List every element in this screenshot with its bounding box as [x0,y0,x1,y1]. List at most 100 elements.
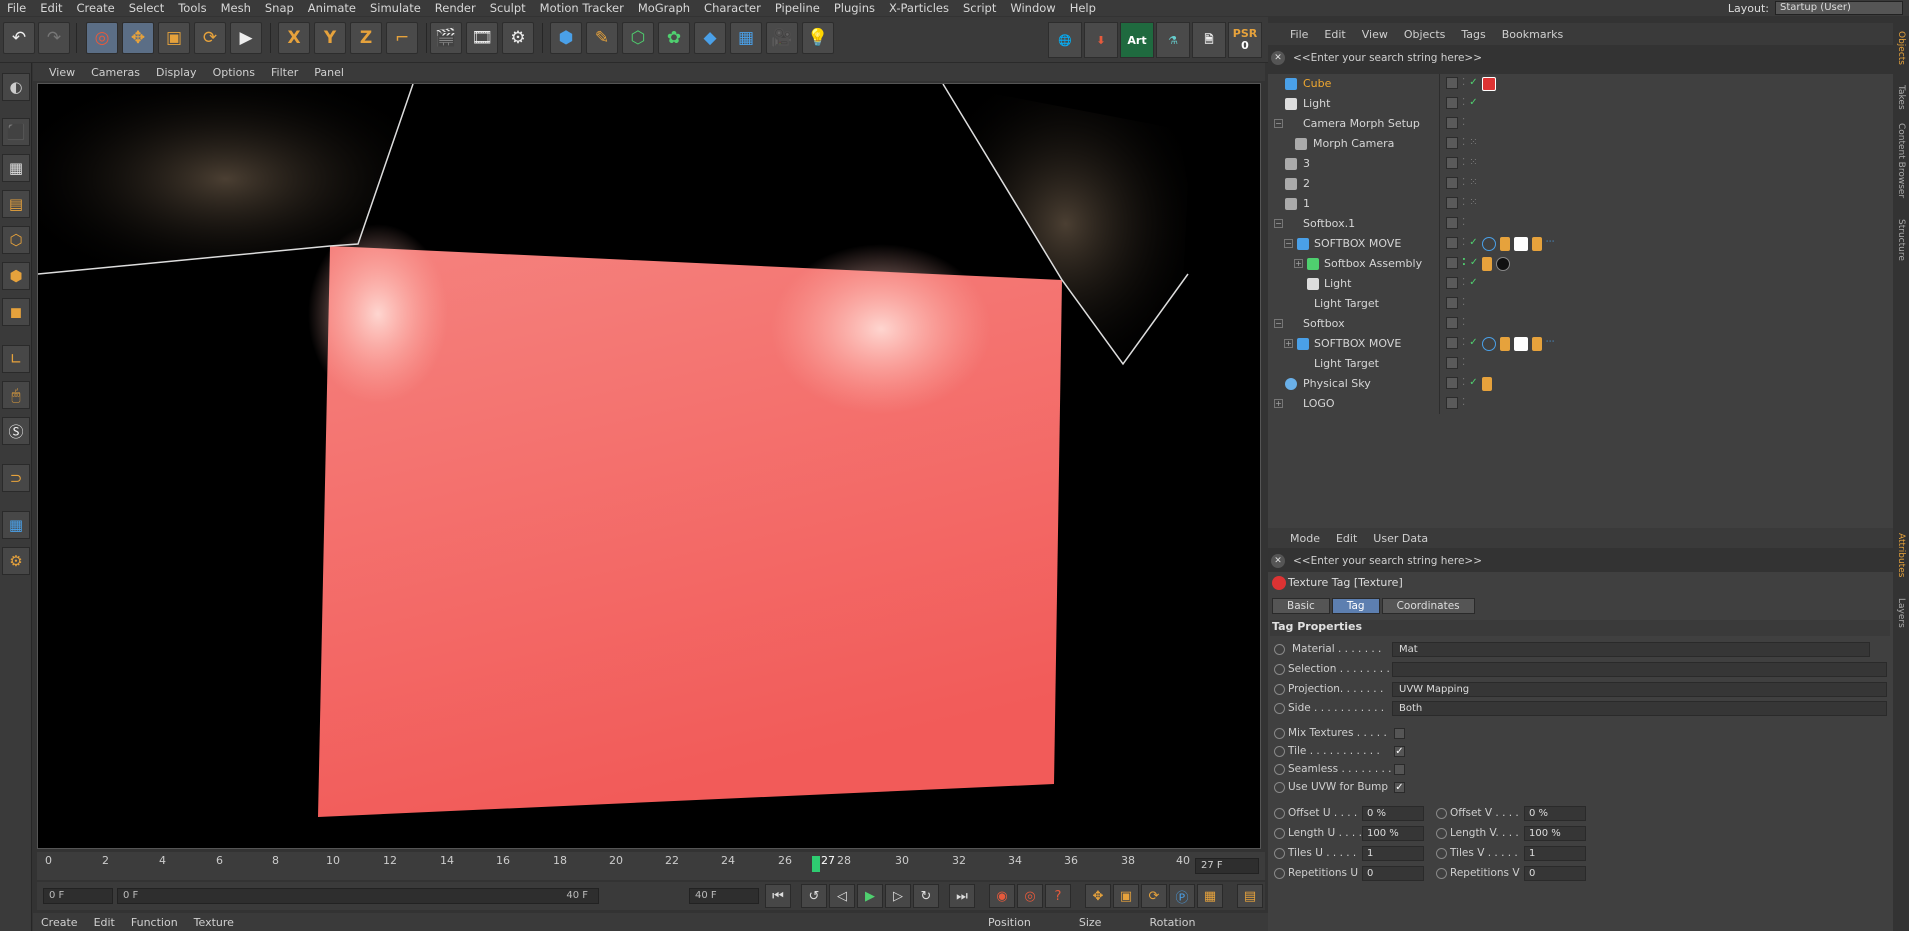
expand-icon[interactable]: + [1294,259,1303,268]
anim-radio-icon[interactable] [1274,764,1285,775]
side-tab-structure[interactable]: Structure [1896,219,1906,261]
menu-simulate[interactable]: Simulate [363,1,428,15]
key-rotation-button[interactable]: ⟳ [1141,884,1167,908]
snap-icon[interactable]: Ⓢ [2,417,30,445]
viewport-menu-cameras[interactable]: Cameras [83,66,148,79]
preview-range-slider[interactable]: 0 F 40 F [117,888,599,904]
key-pla-button[interactable]: ▦ [1197,884,1223,908]
magnet-icon[interactable]: ⊃ [2,464,30,492]
enabled-check-icon[interactable]: ✓ [1469,77,1477,91]
tree-row[interactable]: − Camera Morph Setup ⁚ [1268,114,1893,134]
expand-icon[interactable]: − [1274,319,1283,328]
repetitions-v-field[interactable]: 0 [1524,866,1586,881]
cube-object-button[interactable]: ⬢ [550,22,582,54]
menu-script[interactable]: Script [956,1,1003,15]
tree-row[interactable]: Light ⁚ ✓ [1268,274,1893,294]
anim-radio-icon[interactable] [1274,728,1285,739]
anim-radio-icon[interactable] [1436,868,1447,879]
tree-row[interactable]: Physical Sky ⁚ ✓ [1268,374,1893,394]
anim-radio-icon[interactable] [1274,782,1285,793]
current-frame-field[interactable]: 27 F [1195,858,1259,874]
menu-help[interactable]: Help [1063,1,1103,15]
tree-row[interactable]: Light ⁚ ✓ [1268,94,1893,114]
expand-icon[interactable]: + [1274,399,1283,408]
art-button[interactable]: Art [1120,22,1154,58]
floor-button[interactable]: ▦ [730,22,762,54]
menu-motion-tracker[interactable]: Motion Tracker [533,1,631,15]
viewport-menu-filter[interactable]: Filter [263,66,306,79]
tab-tag[interactable]: Tag [1331,598,1380,614]
rotate-button[interactable]: ⟳ [194,22,226,54]
workplane-icon[interactable]: ▤ [2,190,30,218]
render-view-button[interactable]: 🎬 [430,22,462,54]
mat-menu-edit[interactable]: Edit [86,916,123,929]
anim-radio-icon[interactable] [1274,828,1285,839]
am-menu-edit[interactable]: Edit [1328,532,1365,545]
live-selection-button[interactable]: ◎ [86,22,118,54]
tree-row[interactable]: Morph Camera ⁚ ⁙ [1268,134,1893,154]
timeline-window-button[interactable]: ▤ [1237,884,1263,908]
om-search-input[interactable]: <<Enter your search string here>> [1293,52,1482,64]
anim-radio-icon[interactable] [1274,684,1285,695]
om-menu-bookmarks[interactable]: Bookmarks [1494,28,1571,41]
timeline-ruler[interactable]: 0 2 4 6 8 10 12 14 16 18 20 22 24 26 27 … [37,852,1265,880]
tree-row[interactable]: Light Target ⁚ [1268,354,1893,374]
om-menu-objects[interactable]: Objects [1396,28,1454,41]
tab-basic[interactable]: Basic [1272,598,1330,614]
go-to-start-button[interactable]: ⏮ [765,884,791,908]
menu-sculpt[interactable]: Sculpt [483,1,533,15]
menu-render[interactable]: Render [428,1,483,15]
side-tab-takes[interactable]: Takes [1896,85,1906,110]
3d-viewport[interactable] [37,83,1261,849]
tree-row[interactable]: − Softbox.1 ⁚ [1268,214,1893,234]
tree-row[interactable]: Light Target ⁚ [1268,294,1893,314]
subdivision-button[interactable]: ⬡ [622,22,654,54]
keyframe-selection-button[interactable]: ? [1045,884,1071,908]
plugin-arrow-button[interactable]: ⬇ [1084,22,1118,58]
material-tag-icon[interactable] [1496,257,1511,271]
anim-radio-icon[interactable] [1274,848,1285,859]
menu-mesh[interactable]: Mesh [214,1,258,15]
am-menu-user-data[interactable]: User Data [1365,532,1436,545]
psr-button[interactable]: PSR 0 [1228,22,1262,58]
viewport-menu-options[interactable]: Options [205,66,263,79]
anim-radio-icon[interactable] [1274,808,1285,819]
tab-coordinates[interactable]: Coordinates [1381,598,1475,614]
side-tab-layers[interactable]: Layers [1896,598,1906,628]
menu-x-particles[interactable]: X-Particles [882,1,956,15]
mat-menu-create[interactable]: Create [33,916,86,929]
anim-radio-icon[interactable] [1274,664,1285,675]
tree-row[interactable]: − SOFTBOX MOVE ⁚ ✓ ⋯ [1268,234,1893,254]
menu-select[interactable]: Select [122,1,171,15]
offset-v-field[interactable]: 0 % [1524,806,1586,821]
edges-mode-icon[interactable]: ⬢ [2,262,30,290]
menu-create[interactable]: Create [70,1,122,15]
render-picture-viewer-button[interactable]: 🎞 [466,22,498,54]
tiles-v-field[interactable]: 1 [1524,846,1586,861]
expand-icon[interactable]: + [1284,339,1293,348]
key-param-button[interactable]: Ⓟ [1169,884,1195,908]
anim-radio-icon[interactable] [1436,828,1447,839]
length-u-field[interactable]: 100 % [1362,826,1424,841]
go-to-end-button[interactable]: ⏭ [949,884,975,908]
deformer-button[interactable]: ◆ [694,22,726,54]
step-forward-button[interactable]: ▷ [885,884,911,908]
am-menu-mode[interactable]: Mode [1282,532,1328,545]
key-position-button[interactable]: ✥ [1085,884,1111,908]
menu-pipeline[interactable]: Pipeline [768,1,827,15]
anim-radio-icon[interactable] [1436,848,1447,859]
x-axis-button[interactable]: X [278,22,310,54]
tree-row[interactable]: 3 ⁚ ⁙ [1268,154,1893,174]
y-axis-button[interactable]: Y [314,22,346,54]
camera-button[interactable]: 🎥 [766,22,798,54]
selection-field[interactable] [1392,662,1887,677]
start-frame-field[interactable]: 0 F [43,888,113,904]
tree-row[interactable]: 2 ⁚ ⁙ [1268,174,1893,194]
redo-button[interactable]: ↷ [38,22,70,54]
coordinate-system-button[interactable]: ⌐ [386,22,418,54]
texture-tag-icon[interactable] [1481,77,1496,91]
render-settings-button[interactable]: ⚙ [502,22,534,54]
om-menu-tags[interactable]: Tags [1453,28,1493,41]
plugin-tool-button[interactable]: ⚗ [1156,22,1190,58]
tree-row[interactable]: + LOGO ⁚ [1268,394,1893,414]
